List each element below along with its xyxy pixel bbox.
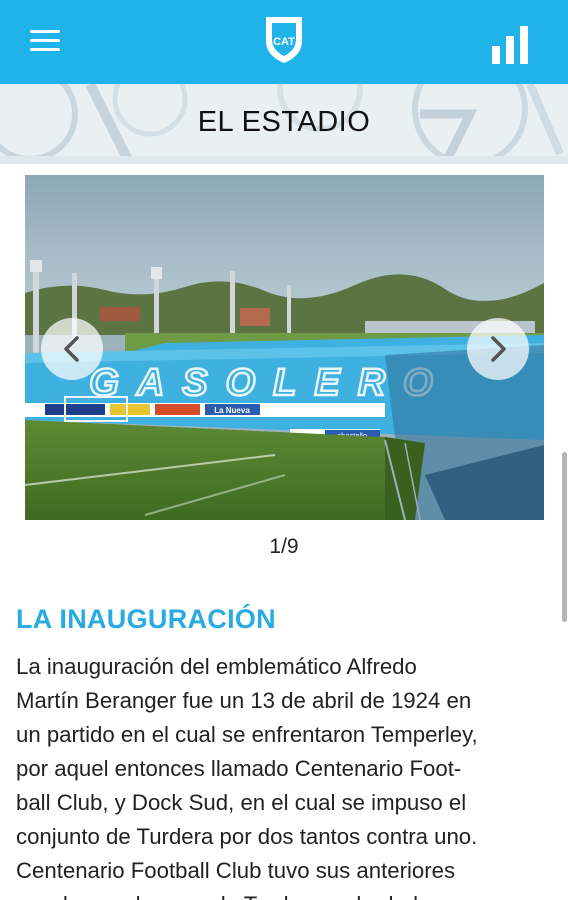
club-logo[interactable]: CAT — [264, 15, 304, 65]
section-banner: EL ESTADIO — [0, 84, 568, 164]
body-line: Martín Beranger fue un 13 de abril de 19… — [16, 688, 472, 713]
bar-chart-icon-bar — [506, 36, 514, 64]
body-line: La inauguración del emblemático Alfredo — [16, 654, 417, 679]
carousel-next-button[interactable] — [467, 318, 529, 380]
body-line: un partido en el cual se enfrentaron Tem… — [16, 722, 478, 747]
ad-board-text: La Nueva — [214, 406, 250, 415]
shield-logo-icon: CAT — [266, 17, 302, 63]
bar-chart-icon-bar — [520, 26, 528, 64]
stats-button[interactable] — [490, 20, 538, 64]
carousel-prev-button[interactable] — [41, 318, 103, 380]
bar-chart-icon-bar — [492, 46, 500, 64]
svg-text:CAT: CAT — [273, 36, 295, 48]
body-line: Centenario Football Club tuvo sus anteri… — [16, 858, 456, 883]
app-header: CAT — [0, 0, 568, 84]
body-line: conjunto de Turdera por dos tantos contr… — [16, 824, 478, 849]
vertical-scrollbar[interactable] — [562, 452, 567, 622]
section-body-text: La inauguración del emblemático Alfredo … — [16, 650, 556, 900]
body-line: canchas en la zona de Turdera y alrededo… — [16, 888, 556, 900]
section-heading: LA INAUGURACIÓN — [16, 604, 276, 634]
menu-icon-line — [30, 39, 60, 42]
chevron-left-icon — [64, 336, 79, 362]
body-line: por aquel entonces llamado Centenario Fo… — [16, 756, 462, 781]
stadium-image-carousel[interactable]: GASOLERO La Nueva ebestello — [25, 175, 544, 520]
body-line: ball Club, y Dock Sud, en el cual se imp… — [16, 790, 467, 815]
page-title: EL ESTADIO — [197, 106, 371, 138]
slide-counter: 1/9 — [269, 535, 299, 558]
menu-icon-line — [30, 48, 60, 51]
menu-button[interactable] — [28, 27, 62, 55]
menu-icon-line — [30, 30, 60, 33]
chevron-right-icon — [491, 336, 506, 362]
